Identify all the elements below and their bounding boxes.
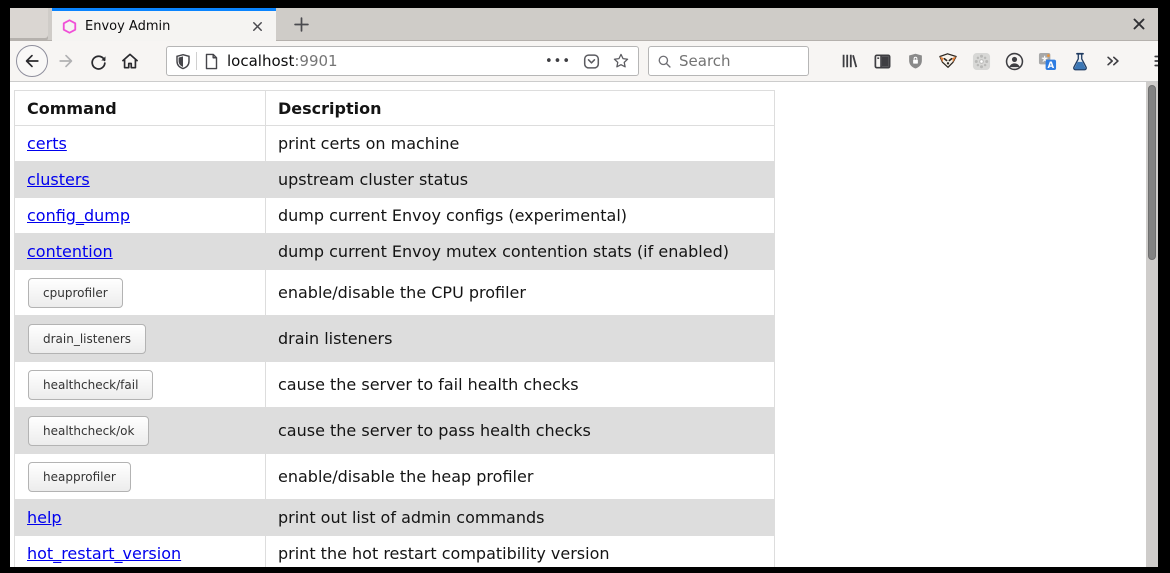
command-cell: healthcheck/fail xyxy=(15,362,266,408)
description-cell: dump current Envoy configs (experimental… xyxy=(266,198,775,234)
description-cell: cause the server to fail health checks xyxy=(266,362,775,408)
pocket-icon[interactable] xyxy=(583,53,600,70)
command-cell: heapprofiler xyxy=(15,454,266,500)
vertical-scrollbar[interactable] xyxy=(1146,82,1158,567)
url-port: :9901 xyxy=(294,52,337,70)
tab-bar: Envoy Admin xyxy=(10,8,1158,41)
table-row: healthcheck/fail cause the server to fail… xyxy=(15,362,775,408)
shield-lock-icon[interactable] xyxy=(905,51,925,71)
description-cell: upstream cluster status xyxy=(266,162,775,198)
command-cell: certs xyxy=(15,126,266,162)
reload-icon xyxy=(89,52,108,71)
privacy-badger-icon[interactable] xyxy=(938,51,958,71)
table-row: drain_listeners drain listeners xyxy=(15,316,775,362)
decentraleyes-icon[interactable] xyxy=(971,51,991,71)
flask-icon[interactable] xyxy=(1070,51,1090,71)
command-cell: cpuprofiler xyxy=(15,270,266,316)
home-icon xyxy=(120,51,140,71)
command-button[interactable]: cpuprofiler xyxy=(28,278,123,308)
table-header-row: Command Description xyxy=(15,91,775,126)
command-cell: help xyxy=(15,500,266,536)
reload-button[interactable] xyxy=(82,45,114,77)
back-button[interactable] xyxy=(16,45,48,77)
scrollbar-thumb[interactable] xyxy=(1148,85,1156,260)
tab-close-icon[interactable] xyxy=(246,15,268,37)
description-cell: print the hot restart compatibility vers… xyxy=(266,536,775,568)
command-link[interactable]: contention xyxy=(27,242,113,261)
command-cell: clusters xyxy=(15,162,266,198)
command-button[interactable]: heapprofiler xyxy=(28,462,131,492)
command-cell: drain_listeners xyxy=(15,316,266,362)
titlebar-spacer xyxy=(10,8,48,38)
page-info-icon[interactable] xyxy=(204,53,219,70)
command-button[interactable]: drain_listeners xyxy=(28,324,146,354)
search-icon xyxy=(657,54,672,69)
description-cell: print out list of admin commands xyxy=(266,500,775,536)
table-row: hot_restart_version print the hot restart… xyxy=(15,536,775,568)
command-link[interactable]: clusters xyxy=(27,170,90,189)
command-cell: contention xyxy=(15,234,266,270)
bookmark-star-icon[interactable] xyxy=(612,52,630,70)
search-bar[interactable]: Search xyxy=(648,46,809,76)
description-cell: print certs on machine xyxy=(266,126,775,162)
envoy-hexagon-icon xyxy=(62,19,77,34)
tracking-shield-icon[interactable] xyxy=(175,53,191,70)
home-button[interactable] xyxy=(114,45,146,77)
table-row: contention dump current Envoy mutex conte… xyxy=(15,234,775,270)
page-content: Command Description certs print certs on … xyxy=(10,82,1146,567)
table-row: certs print certs on machine xyxy=(15,126,775,162)
svg-text:A: A xyxy=(1047,60,1054,70)
command-link[interactable]: hot_restart_version xyxy=(27,544,181,563)
page-actions-icon[interactable]: ••• xyxy=(545,54,571,69)
command-cell: config_dump xyxy=(15,198,266,234)
table-row: healthcheck/ok cause the server to pass h… xyxy=(15,408,775,454)
search-placeholder: Search xyxy=(679,52,731,70)
command-link[interactable]: certs xyxy=(27,134,67,153)
window-close-icon[interactable] xyxy=(1128,13,1150,35)
toolbar-extension-icons: A xyxy=(839,51,1136,71)
command-cell: hot_restart_version xyxy=(15,536,266,568)
forward-arrow-icon xyxy=(56,51,76,71)
table-row: cpuprofiler enable/disable the CPU profil… xyxy=(15,270,775,316)
new-tab-icon[interactable] xyxy=(290,13,312,35)
command-button[interactable]: healthcheck/fail xyxy=(28,370,153,400)
description-cell: enable/disable the heap profiler xyxy=(266,454,775,500)
table-row: clusters upstream cluster status xyxy=(15,162,775,198)
command-table-body: certs print certs on machine clusters upstr… xyxy=(15,126,775,568)
table-row: config_dump dump current Envoy configs (e… xyxy=(15,198,775,234)
description-column-header: Description xyxy=(266,91,775,126)
forward-button[interactable] xyxy=(50,45,82,77)
tab-envoy-admin[interactable]: Envoy Admin xyxy=(52,8,276,41)
command-column-header: Command xyxy=(15,91,266,126)
command-link[interactable]: config_dump xyxy=(27,206,130,225)
url-bar[interactable]: localhost:9901 ••• xyxy=(166,46,639,76)
library-icon[interactable] xyxy=(839,51,859,71)
urlbar-divider xyxy=(196,52,197,70)
browser-window: Envoy Admin xyxy=(10,8,1158,567)
overflow-chevron-icon[interactable] xyxy=(1103,51,1123,71)
description-cell: enable/disable the CPU profiler xyxy=(266,270,775,316)
hamburger-menu-icon[interactable] xyxy=(1146,45,1158,77)
description-cell: cause the server to pass health checks xyxy=(266,408,775,454)
admin-command-table: Command Description certs print certs on … xyxy=(14,90,775,567)
back-arrow-icon xyxy=(22,51,42,71)
table-row: help print out list of admin commands xyxy=(15,500,775,536)
table-row: heapprofiler enable/disable the heap prof… xyxy=(15,454,775,500)
description-cell: dump current Envoy mutex contention stat… xyxy=(266,234,775,270)
command-cell: healthcheck/ok xyxy=(15,408,266,454)
navigation-toolbar: localhost:9901 ••• xyxy=(10,41,1158,82)
url-host: localhost xyxy=(227,52,294,70)
translate-icon[interactable]: A xyxy=(1037,51,1057,71)
description-cell: drain listeners xyxy=(266,316,775,362)
url-text[interactable]: localhost:9901 xyxy=(227,52,338,70)
tab-title: Envoy Admin xyxy=(85,19,246,34)
account-icon[interactable] xyxy=(1004,51,1024,71)
sidebar-icon[interactable] xyxy=(872,51,892,71)
command-link[interactable]: help xyxy=(27,508,62,527)
command-button[interactable]: healthcheck/ok xyxy=(28,416,149,446)
